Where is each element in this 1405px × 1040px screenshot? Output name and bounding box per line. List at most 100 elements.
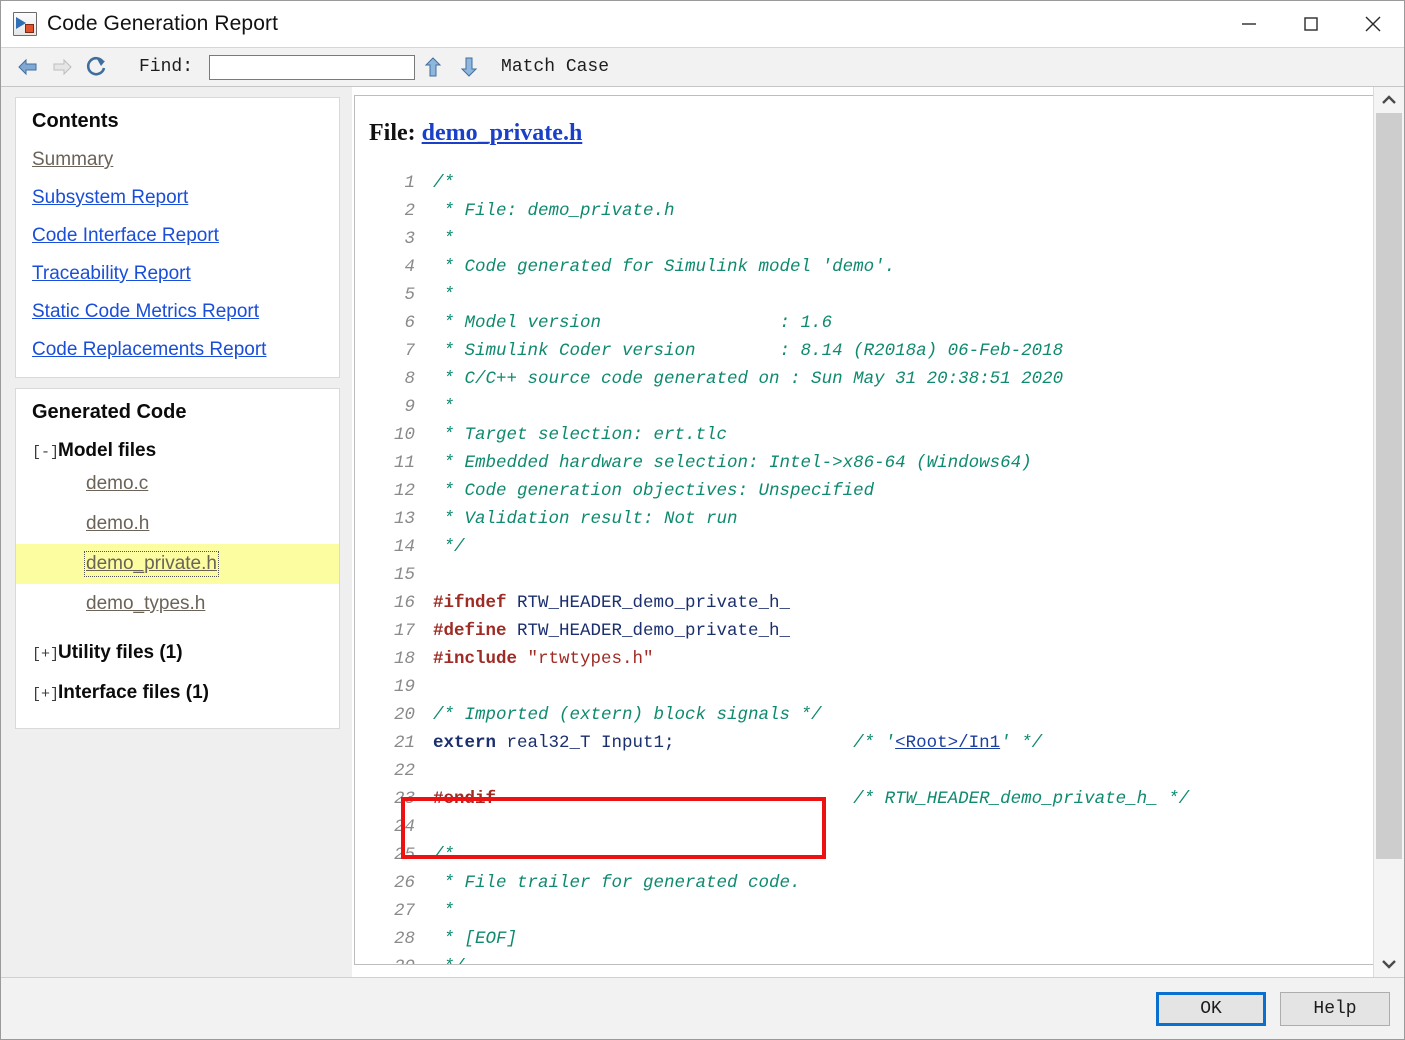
tree-group-label: Utility files (1) [58, 642, 183, 663]
code-line: 20/* Imported (extern) block signals */ [369, 701, 1403, 729]
forward-arrow-icon [45, 52, 79, 82]
tree-file-row[interactable]: demo_types.h [32, 584, 323, 624]
file-heading-link[interactable]: demo_private.h [422, 120, 583, 146]
line-number: 4 [404, 257, 415, 277]
vertical-scrollbar[interactable] [1373, 87, 1404, 977]
code-line: 28 * [EOF] [369, 925, 1403, 953]
collapse-toggle-icon[interactable]: [-] [32, 444, 59, 461]
ok-button[interactable]: OK [1156, 991, 1266, 1026]
line-number: 7 [404, 341, 415, 361]
code-line: 23 #endif /* RTW_HEADER_demo_private_h_ *… [369, 785, 1403, 813]
maximize-icon[interactable] [1280, 1, 1342, 47]
scrollbar-track[interactable] [1374, 113, 1404, 951]
sidebar-item-code-interface-report[interactable]: Code Interface Report [32, 225, 323, 247]
sidebar-file-demo-h[interactable]: demo.h [86, 513, 149, 534]
sidebar-item-summary[interactable]: Summary [32, 149, 323, 171]
generated-code-card: Generated Code [-] Model files demo.c de… [15, 388, 340, 729]
sidebar-item-code-replacements-report[interactable]: Code Replacements Report [32, 339, 323, 361]
expand-toggle-icon[interactable]: [+] [32, 686, 59, 703]
tree-file-row-selected[interactable]: demo_private.h [16, 544, 339, 584]
code-generation-report-window: Code Generation Report Find: Match Case … [0, 0, 1405, 1040]
line-number: 21 [393, 733, 415, 753]
line-number: 3 [404, 229, 415, 249]
line-number: 28 [393, 929, 415, 949]
find-label: Find: [139, 57, 194, 77]
code-line: 14 */ [369, 533, 1403, 561]
content-pane-wrapper: File: demo_private.h 1/* 2 * File: demo_p… [352, 87, 1404, 977]
code-line: 1/* [369, 169, 1403, 197]
code-line: 8 * C/C++ source code generated on : Sun… [369, 365, 1403, 393]
generated-code-title: Generated Code [32, 401, 187, 423]
code-line: 27 * [369, 897, 1403, 925]
code-line: 11 * Embedded hardware selection: Intel-… [369, 449, 1403, 477]
window-title: Code Generation Report [47, 12, 279, 35]
line-number: 5 [404, 285, 415, 305]
line-number: 2 [404, 201, 415, 221]
source-code-listing: 1/* 2 * File: demo_private.h 3 * 4 * Code g… [369, 169, 1403, 964]
sidebar-item-subsystem-report[interactable]: Subsystem Report [32, 187, 323, 209]
code-line: 18 #include "rtwtypes.h" [369, 645, 1403, 673]
tree-group-label: Model files [58, 440, 157, 461]
line-number: 25 [393, 845, 415, 865]
chevron-up-icon[interactable] [1374, 87, 1404, 113]
search-input[interactable] [209, 54, 416, 80]
tree-group-interface-files[interactable]: [+] Interface files (1) [32, 682, 323, 704]
line-number: 8 [404, 369, 415, 389]
back-arrow-icon[interactable] [11, 52, 45, 82]
code-line: 25/* [369, 841, 1403, 869]
code-line: 4 * Code generated for Simulink model 'd… [369, 253, 1403, 281]
tree-file-row[interactable]: demo.c [32, 464, 323, 504]
line-number: 1 [404, 173, 415, 193]
line-number: 18 [393, 649, 415, 669]
sidebar-item-static-code-metrics-report[interactable]: Static Code Metrics Report [32, 301, 323, 323]
file-heading-prefix: File: [369, 120, 416, 146]
line-number: 29 [369, 953, 415, 964]
dialog-footer: OK Help [1, 977, 1404, 1039]
line-number: 11 [393, 453, 415, 473]
code-line: 7 * Simulink Coder version : 8.14 (R2018… [369, 337, 1403, 365]
tree-group-utility-files[interactable]: [+] Utility files (1) [32, 642, 323, 664]
help-button[interactable]: Help [1280, 991, 1390, 1026]
contents-card: Contents Summary Subsystem Report Code I… [15, 97, 340, 378]
sidebar-file-demo-types-h[interactable]: demo_types.h [86, 593, 205, 614]
minimize-icon[interactable] [1218, 1, 1280, 47]
code-line: 9 * [369, 393, 1403, 421]
refresh-icon[interactable] [79, 52, 113, 82]
chevron-down-icon[interactable] [1374, 951, 1404, 977]
sidebar-item-traceability-report[interactable]: Traceability Report [32, 263, 323, 285]
match-case-label[interactable]: Match Case [501, 57, 609, 77]
line-number: 10 [393, 425, 415, 445]
sidebar: Contents Summary Subsystem Report Code I… [1, 87, 352, 977]
line-number: 20 [393, 705, 415, 725]
code-line: 15 [369, 561, 1403, 589]
line-number: 23 [393, 789, 415, 809]
line-number: 17 [393, 621, 415, 641]
arrow-down-icon[interactable] [451, 52, 487, 82]
line-number: 16 [393, 593, 415, 613]
sidebar-file-demo-private-h[interactable]: demo_private.h [86, 553, 217, 574]
tree-group-model-files[interactable]: [-] Model files [32, 440, 323, 462]
simulink-icon [13, 12, 37, 36]
expand-toggle-icon[interactable]: [+] [32, 646, 59, 663]
code-line: 22 [369, 757, 1403, 785]
line-number: 19 [393, 677, 415, 697]
page-title: File: demo_private.h [369, 120, 1403, 147]
code-line: 29 */ [369, 953, 1403, 964]
tree-group-label: Interface files (1) [58, 682, 209, 703]
code-line: 12 * Code generation objectives: Unspeci… [369, 477, 1403, 505]
arrow-up-icon[interactable] [415, 52, 451, 82]
code-line: 10 * Target selection: ert.tlc [369, 421, 1403, 449]
sidebar-file-demo-c[interactable]: demo.c [86, 473, 148, 494]
code-line: 16 #ifndef RTW_HEADER_demo_private_h_ [369, 589, 1403, 617]
code-line: 19 [369, 673, 1403, 701]
line-number: 9 [404, 397, 415, 417]
title-bar: Code Generation Report [1, 1, 1404, 47]
close-icon[interactable] [1342, 1, 1404, 47]
code-line: 2 * File: demo_private.h [369, 197, 1403, 225]
main-body: Contents Summary Subsystem Report Code I… [1, 87, 1404, 977]
tree-file-row[interactable]: demo.h [32, 504, 323, 544]
line-number: 27 [393, 901, 415, 921]
root-in1-link[interactable]: <Root>/In1 [895, 733, 1000, 753]
find-toolbar: Find: Match Case [1, 47, 1404, 87]
scrollbar-thumb[interactable] [1376, 113, 1402, 859]
